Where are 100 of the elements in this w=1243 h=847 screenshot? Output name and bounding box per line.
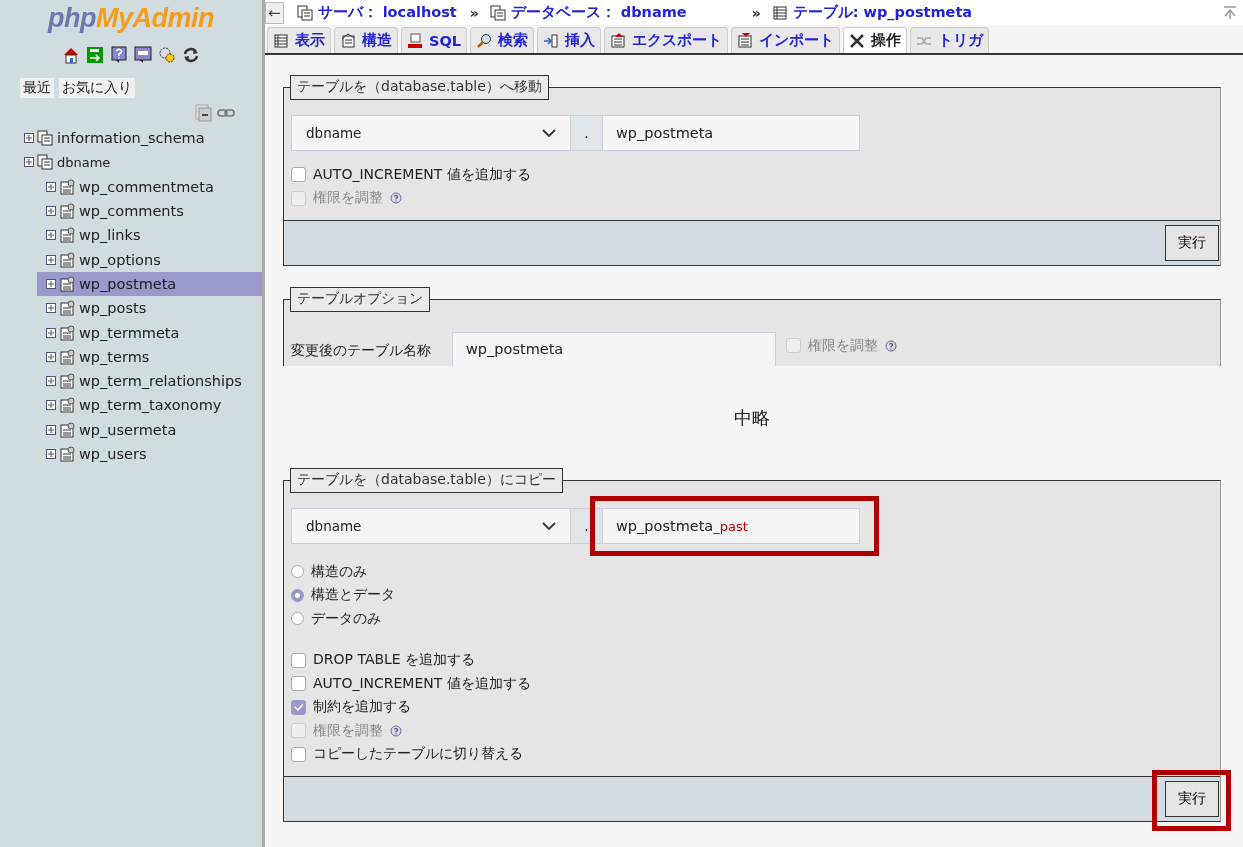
tree-item[interactable]: dbname [0,150,262,175]
table-icon [59,373,75,390]
breadcrumb-link[interactable]: サーバ： localhost [317,3,457,22]
database-icon [37,130,53,147]
checkbox[interactable] [291,167,306,183]
collapse-up-icon[interactable] [1223,5,1237,20]
submit-button[interactable]: 実行 [1165,225,1219,261]
table-icon [59,275,75,292]
tree-label[interactable]: dbname [57,154,111,170]
reload-icon[interactable] [182,46,200,64]
table-grid-icon[interactable] [771,4,788,21]
breadcrumb-link[interactable]: テーブル: wp_postmeta [792,3,973,22]
tree-item[interactable]: wp_posts [37,296,262,321]
checkbox[interactable] [291,652,306,668]
tree-item[interactable]: wp_postmeta [37,271,262,297]
tree-label[interactable]: wp_comments [79,203,184,220]
checkbox-label[interactable]: 制約を追加する [313,698,411,717]
expand-icon[interactable] [46,278,56,289]
checkbox-label: 権限を調整 [313,189,383,208]
table-icon [59,397,75,414]
tree-item[interactable]: wp_terms [37,344,262,369]
panel-title: テーブルを（database.table）にコピー [290,468,563,493]
radio-button[interactable] [291,612,304,626]
tree-label[interactable]: wp_commentmeta [79,178,214,195]
expand-icon[interactable] [46,351,56,362]
checkbox[interactable] [291,676,306,692]
expand-icon[interactable] [46,449,56,459]
tree-label[interactable]: wp_term_relationships [79,373,242,390]
expand-icon[interactable] [46,230,56,241]
tree-label[interactable]: wp_users [79,446,147,462]
tab[interactable]: 構造 [334,27,398,53]
expand-icon[interactable] [46,303,56,314]
panel-tab[interactable]: お気に入り [59,78,135,98]
tree-item[interactable]: information_schema [0,126,262,151]
tree-item[interactable]: wp_users [37,441,262,467]
back-button[interactable]: ← [265,1,284,24]
radio-button[interactable] [291,565,304,579]
tab[interactable]: インポート [731,27,840,53]
table-icon [59,421,75,438]
tab[interactable]: 表示 [267,27,331,53]
breadcrumb-link[interactable]: データベース： dbname [510,3,687,22]
checkbox-label[interactable]: AUTO_INCREMENT 値を追加する [313,165,531,184]
radio-button[interactable] [291,588,304,602]
tree-label[interactable]: wp_term_taxonomy [79,397,222,414]
tree-label[interactable]: wp_links [79,227,141,244]
tree-label[interactable]: wp_options [79,251,161,268]
database-icon[interactable] [296,4,313,21]
tab[interactable]: 挿入 [537,27,601,53]
table-icon [59,203,75,220]
expand-icon[interactable] [46,181,56,192]
panel-tab[interactable]: 最近 [20,78,54,98]
tree-label[interactable]: wp_postmeta [79,275,177,292]
tree-label[interactable]: wp_usermeta [79,421,177,438]
tree-item[interactable]: wp_comments [37,198,262,224]
submit-button[interactable]: 実行 [1165,781,1219,817]
database-select[interactable]: dbname [291,508,571,544]
tree-label[interactable]: information_schema [57,130,205,147]
expand-icon[interactable] [46,254,56,265]
checkbox-label[interactable]: AUTO_INCREMENT 値を追加する [313,674,531,693]
table-icon [59,251,75,268]
tab[interactable]: トリガ [910,27,989,53]
tab[interactable]: エクスポート [604,27,728,53]
checkbox-label[interactable]: コピーしたテーブルに切り替える [313,745,523,764]
tree-label[interactable]: wp_posts [79,300,147,317]
tree-item[interactable]: wp_options [37,247,262,272]
tree-item[interactable]: wp_termmeta [37,320,262,345]
tree-label[interactable]: wp_terms [79,348,150,365]
checkbox-label[interactable]: DROP TABLE を追加する [313,651,476,670]
expand-icon[interactable] [46,206,56,217]
table-name-field[interactable]: wp_postmeta [452,332,776,366]
tree-item[interactable]: wp_commentmeta [37,174,262,199]
table-name-field[interactable]: wp_postmeta_past [602,508,860,544]
tab[interactable]: 検索 [470,27,534,53]
collapse-icon[interactable] [195,104,213,122]
database-icon[interactable] [489,4,506,21]
radio-label[interactable]: 構造のみ [311,562,367,581]
expand-icon[interactable] [46,400,56,411]
expand-icon[interactable] [24,133,34,144]
tree-item[interactable]: wp_term_taxonomy [37,393,262,418]
radio-label[interactable]: データのみ [311,609,381,628]
link-icon[interactable] [217,107,235,119]
tree-item[interactable]: wp_usermeta [37,417,262,442]
tab[interactable]: SQL [401,27,467,53]
tree-item[interactable]: wp_links [37,223,262,248]
expand-icon[interactable] [46,376,56,387]
help-icon[interactable] [110,46,128,64]
database-select[interactable]: dbname [291,115,571,151]
tab[interactable]: 操作 [843,27,907,53]
tree-item[interactable]: wp_term_relationships [37,368,262,394]
expand-icon[interactable] [24,157,34,168]
expand-icon[interactable] [46,327,56,338]
expand-icon[interactable] [46,424,56,435]
table-icon [59,300,75,317]
exit-icon[interactable] [86,46,104,64]
table-name-field[interactable]: wp_postmeta [602,115,860,151]
home-icon[interactable] [62,46,80,64]
checkbox[interactable] [291,746,306,762]
tree-label[interactable]: wp_termmeta [79,324,180,341]
radio-label[interactable]: 構造とデータ [311,586,395,605]
checkbox[interactable] [291,699,306,715]
